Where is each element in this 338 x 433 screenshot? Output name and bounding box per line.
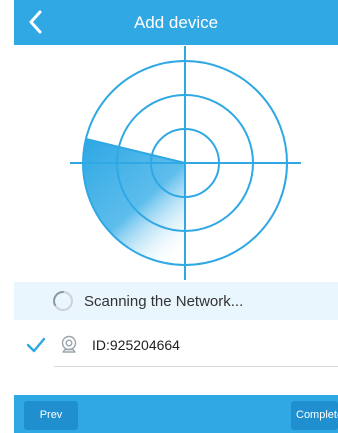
- prev-button[interactable]: Prev: [24, 401, 78, 430]
- radar-scan-icon: [65, 44, 305, 282]
- footer-bar: Prev Complete: [14, 395, 338, 433]
- checkmark-icon: [26, 337, 46, 353]
- scan-status-row: Scanning the Network...: [14, 282, 338, 320]
- scan-status-text: Scanning the Network...: [84, 292, 244, 310]
- page-title: Add device: [133, 13, 219, 32]
- device-id-label: ID:925204664: [92, 337, 180, 353]
- loading-spinner-icon: [53, 291, 73, 311]
- radar-sweep: [83, 139, 185, 265]
- device-list-item[interactable]: ID:925204664: [14, 323, 338, 367]
- complete-button[interactable]: Complete: [291, 401, 338, 430]
- camera-icon: [61, 335, 77, 353]
- header-bar: Add device: [14, 0, 338, 45]
- list-divider: [54, 366, 338, 367]
